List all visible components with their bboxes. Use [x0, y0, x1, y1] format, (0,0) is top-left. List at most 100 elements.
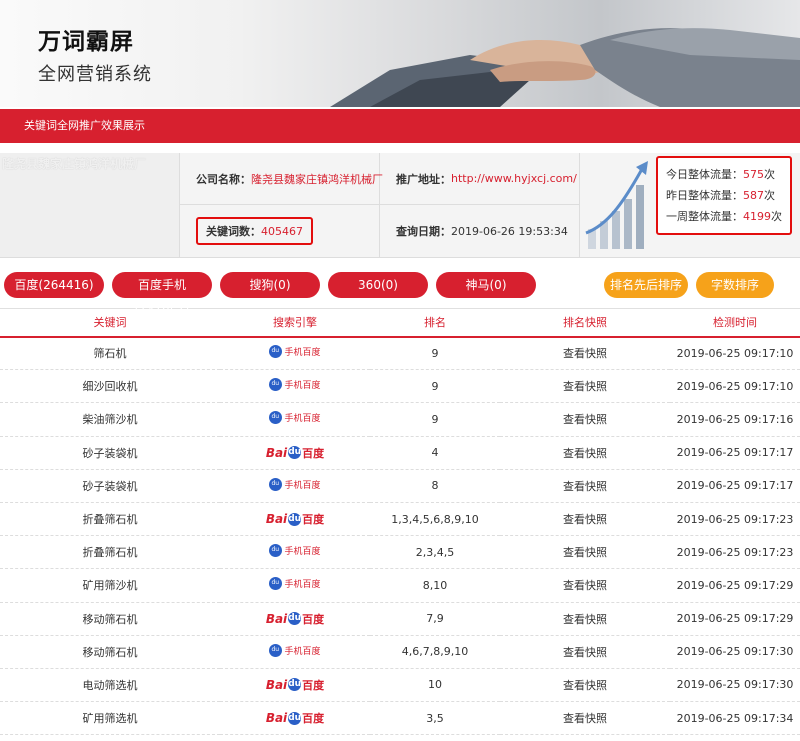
promo-column: 推广地址： http://www.hyjxcj.com/ 查询日期： 2019-… — [380, 153, 580, 257]
snapshot-link[interactable]: 查看快照 — [500, 602, 670, 636]
tab-baidu[interactable]: 百度(264416) — [4, 272, 104, 298]
rank-cell: 8 — [370, 469, 500, 503]
table-row: 折叠筛石机 手机百度 2,3,4,5 查看快照 2019-06-25 09:17… — [0, 535, 800, 570]
tab-360[interactable]: 360(0) — [328, 272, 428, 298]
baidu-logo-bai: Bai — [265, 445, 288, 460]
check-time-cell: 2019-06-25 09:17:17 — [670, 436, 800, 470]
traffic-week: 一周整体流量：4199次 — [666, 206, 782, 227]
snapshot-link[interactable]: 查看快照 — [500, 701, 670, 736]
engine-cell: Bai du 百度 — [220, 701, 370, 736]
table-header-row: 关键词 搜索引擎 排名 排名快照 检测时间 — [0, 308, 800, 338]
engine-cell: Bai du 百度 — [220, 502, 370, 537]
query-date-cell: 查询日期： 2019-06-26 19:53:34 — [380, 205, 579, 257]
tab-shenma[interactable]: 神马(0) — [436, 272, 536, 298]
paw-icon — [269, 643, 283, 657]
company-ghost-text: 隆尧县魏家庄镇鸿洋机械厂 — [2, 157, 147, 171]
snapshot-link[interactable]: 查看快照 — [500, 535, 670, 570]
tab-sogou[interactable]: 搜狗(0) — [220, 272, 320, 298]
baidu-mobile-logo-icon: 手机百度 — [269, 411, 321, 425]
paw-icon — [269, 577, 283, 591]
table-row: 细沙回收机 手机百度 9 查看快照 2019-06-25 09:17:10 — [0, 369, 800, 404]
engine-label: 手机百度 — [284, 480, 321, 491]
engine-cell: 手机百度 — [220, 336, 370, 371]
baidu-logo-bai: Bai — [265, 611, 288, 626]
keyword-cell: 折叠筛石机 — [0, 502, 220, 537]
snapshot-link[interactable]: 查看快照 — [500, 668, 670, 703]
sort-by-length-button[interactable]: 字数排序 — [696, 272, 774, 298]
baidu-logo-bai: Bai — [265, 512, 288, 527]
paw-icon — [269, 378, 283, 392]
baidu-logo-cn: 百度 — [302, 712, 325, 726]
rank-cell: 9 — [370, 336, 500, 371]
engine-cell: Bai du 百度 — [220, 602, 370, 636]
paw-icon — [269, 477, 283, 491]
engine-label: 手机百度 — [284, 414, 321, 425]
snapshot-link[interactable]: 查看快照 — [500, 568, 670, 603]
baidu-logo-du: du — [288, 711, 302, 725]
keyword-cell: 砂子装袋机 — [0, 436, 220, 470]
engine-cell: 手机百度 — [220, 535, 370, 570]
rank-cell: 4 — [370, 436, 500, 470]
header-banner: 万词霸屏 全网营销系统 — [0, 0, 800, 107]
rank-cell: 4,6,7,8,9,10 — [370, 635, 500, 669]
keyword-cell: 筛石机 — [0, 336, 220, 371]
baidu-mobile-logo-icon: 手机百度 — [269, 477, 321, 491]
traffic-today-label: 今日整体流量： — [666, 168, 743, 181]
engine-cell: Bai du 百度 — [220, 436, 370, 470]
engine-label: 手机百度 — [284, 646, 321, 657]
handshake-image — [330, 28, 800, 107]
query-date-label: 查询日期： — [396, 225, 451, 238]
col-snapshot: 排名快照 — [500, 308, 670, 338]
traffic-today: 今日整体流量：575次 — [666, 164, 782, 185]
engine-label: 手机百度 — [284, 580, 321, 591]
keyword-cell: 矿用筛沙机 — [0, 568, 220, 603]
engine-cell: Bai du 百度 — [220, 668, 370, 703]
query-date-value: 2019-06-26 19:53:34 — [451, 224, 568, 238]
promo-url-link[interactable]: http://www.hyjxcj.com/ — [451, 172, 577, 185]
table-row: 折叠筛石机 Bai du 百度 1,3,4,5,6,8,9,10 查看快照 2019… — [0, 502, 800, 537]
rank-cell: 9 — [370, 402, 500, 437]
engine-tabs: 百度(264416) 百度手机(141051) 搜狗(0) 360(0) 神马(… — [0, 266, 800, 318]
snapshot-link[interactable]: 查看快照 — [500, 436, 670, 470]
baidu-mobile-logo-icon: 手机百度 — [269, 643, 321, 657]
sort-by-rank-button[interactable]: 排名先后排序 — [604, 272, 688, 298]
company-label: 公司名称： — [196, 172, 251, 186]
check-time-cell: 2019-06-25 09:17:10 — [670, 369, 800, 404]
baidu-logo-bai: Bai — [265, 677, 288, 692]
baidu-logo-icon: Bai du 百度 — [266, 710, 324, 726]
baidu-logo-du: du — [288, 678, 302, 692]
engine-label: 手机百度 — [284, 547, 321, 558]
keyword-cell: 柴油筛沙机 — [0, 402, 220, 437]
paw-icon — [269, 345, 283, 359]
baidu-logo-icon: Bai du 百度 — [266, 511, 324, 527]
check-time-cell: 2019-06-25 09:17:10 — [670, 336, 800, 371]
engine-cell: 手机百度 — [220, 568, 370, 603]
engine-cell: 手机百度 — [220, 369, 370, 404]
paw-icon — [269, 544, 283, 558]
rank-cell: 3,5 — [370, 701, 500, 736]
check-time-cell: 2019-06-25 09:17:16 — [670, 402, 800, 437]
rank-cell: 10 — [370, 668, 500, 703]
rank-cell: 1,3,4,5,6,8,9,10 — [370, 502, 500, 537]
snapshot-link[interactable]: 查看快照 — [500, 402, 670, 437]
brand: 万词霸屏 全网营销系统 — [38, 22, 152, 86]
baidu-logo-du: du — [288, 512, 302, 526]
tab-baidu-mobile[interactable]: 百度手机(141051) — [112, 272, 212, 318]
info-panel: 隆尧县魏家庄镇鸿洋机械厂 公司名称： 隆尧县魏家庄镇鸿洋机械厂 关键词数：405… — [0, 153, 800, 258]
snapshot-link[interactable]: 查看快照 — [500, 502, 670, 537]
snapshot-link[interactable]: 查看快照 — [500, 469, 670, 503]
snapshot-link[interactable]: 查看快照 — [500, 336, 670, 371]
rank-cell: 8,10 — [370, 568, 500, 603]
check-time-cell: 2019-06-25 09:17:23 — [670, 502, 800, 537]
col-rank: 排名 — [370, 308, 500, 338]
snapshot-link[interactable]: 查看快照 — [500, 369, 670, 404]
traffic-area: 今日整体流量：575次 昨日整体流量：587次 一周整体流量：4199次 — [580, 153, 800, 257]
baidu-logo-icon: Bai du 百度 — [266, 611, 324, 627]
traffic-yesterday-value: 587 — [743, 189, 764, 202]
engine-cell: 手机百度 — [220, 635, 370, 669]
check-time-cell: 2019-06-25 09:17:23 — [670, 535, 800, 570]
snapshot-link[interactable]: 查看快照 — [500, 635, 670, 669]
traffic-stats: 今日整体流量：575次 昨日整体流量：587次 一周整体流量：4199次 — [656, 156, 792, 235]
check-time-cell: 2019-06-25 09:17:29 — [670, 568, 800, 603]
app-title: 万词霸屏 — [38, 29, 134, 55]
